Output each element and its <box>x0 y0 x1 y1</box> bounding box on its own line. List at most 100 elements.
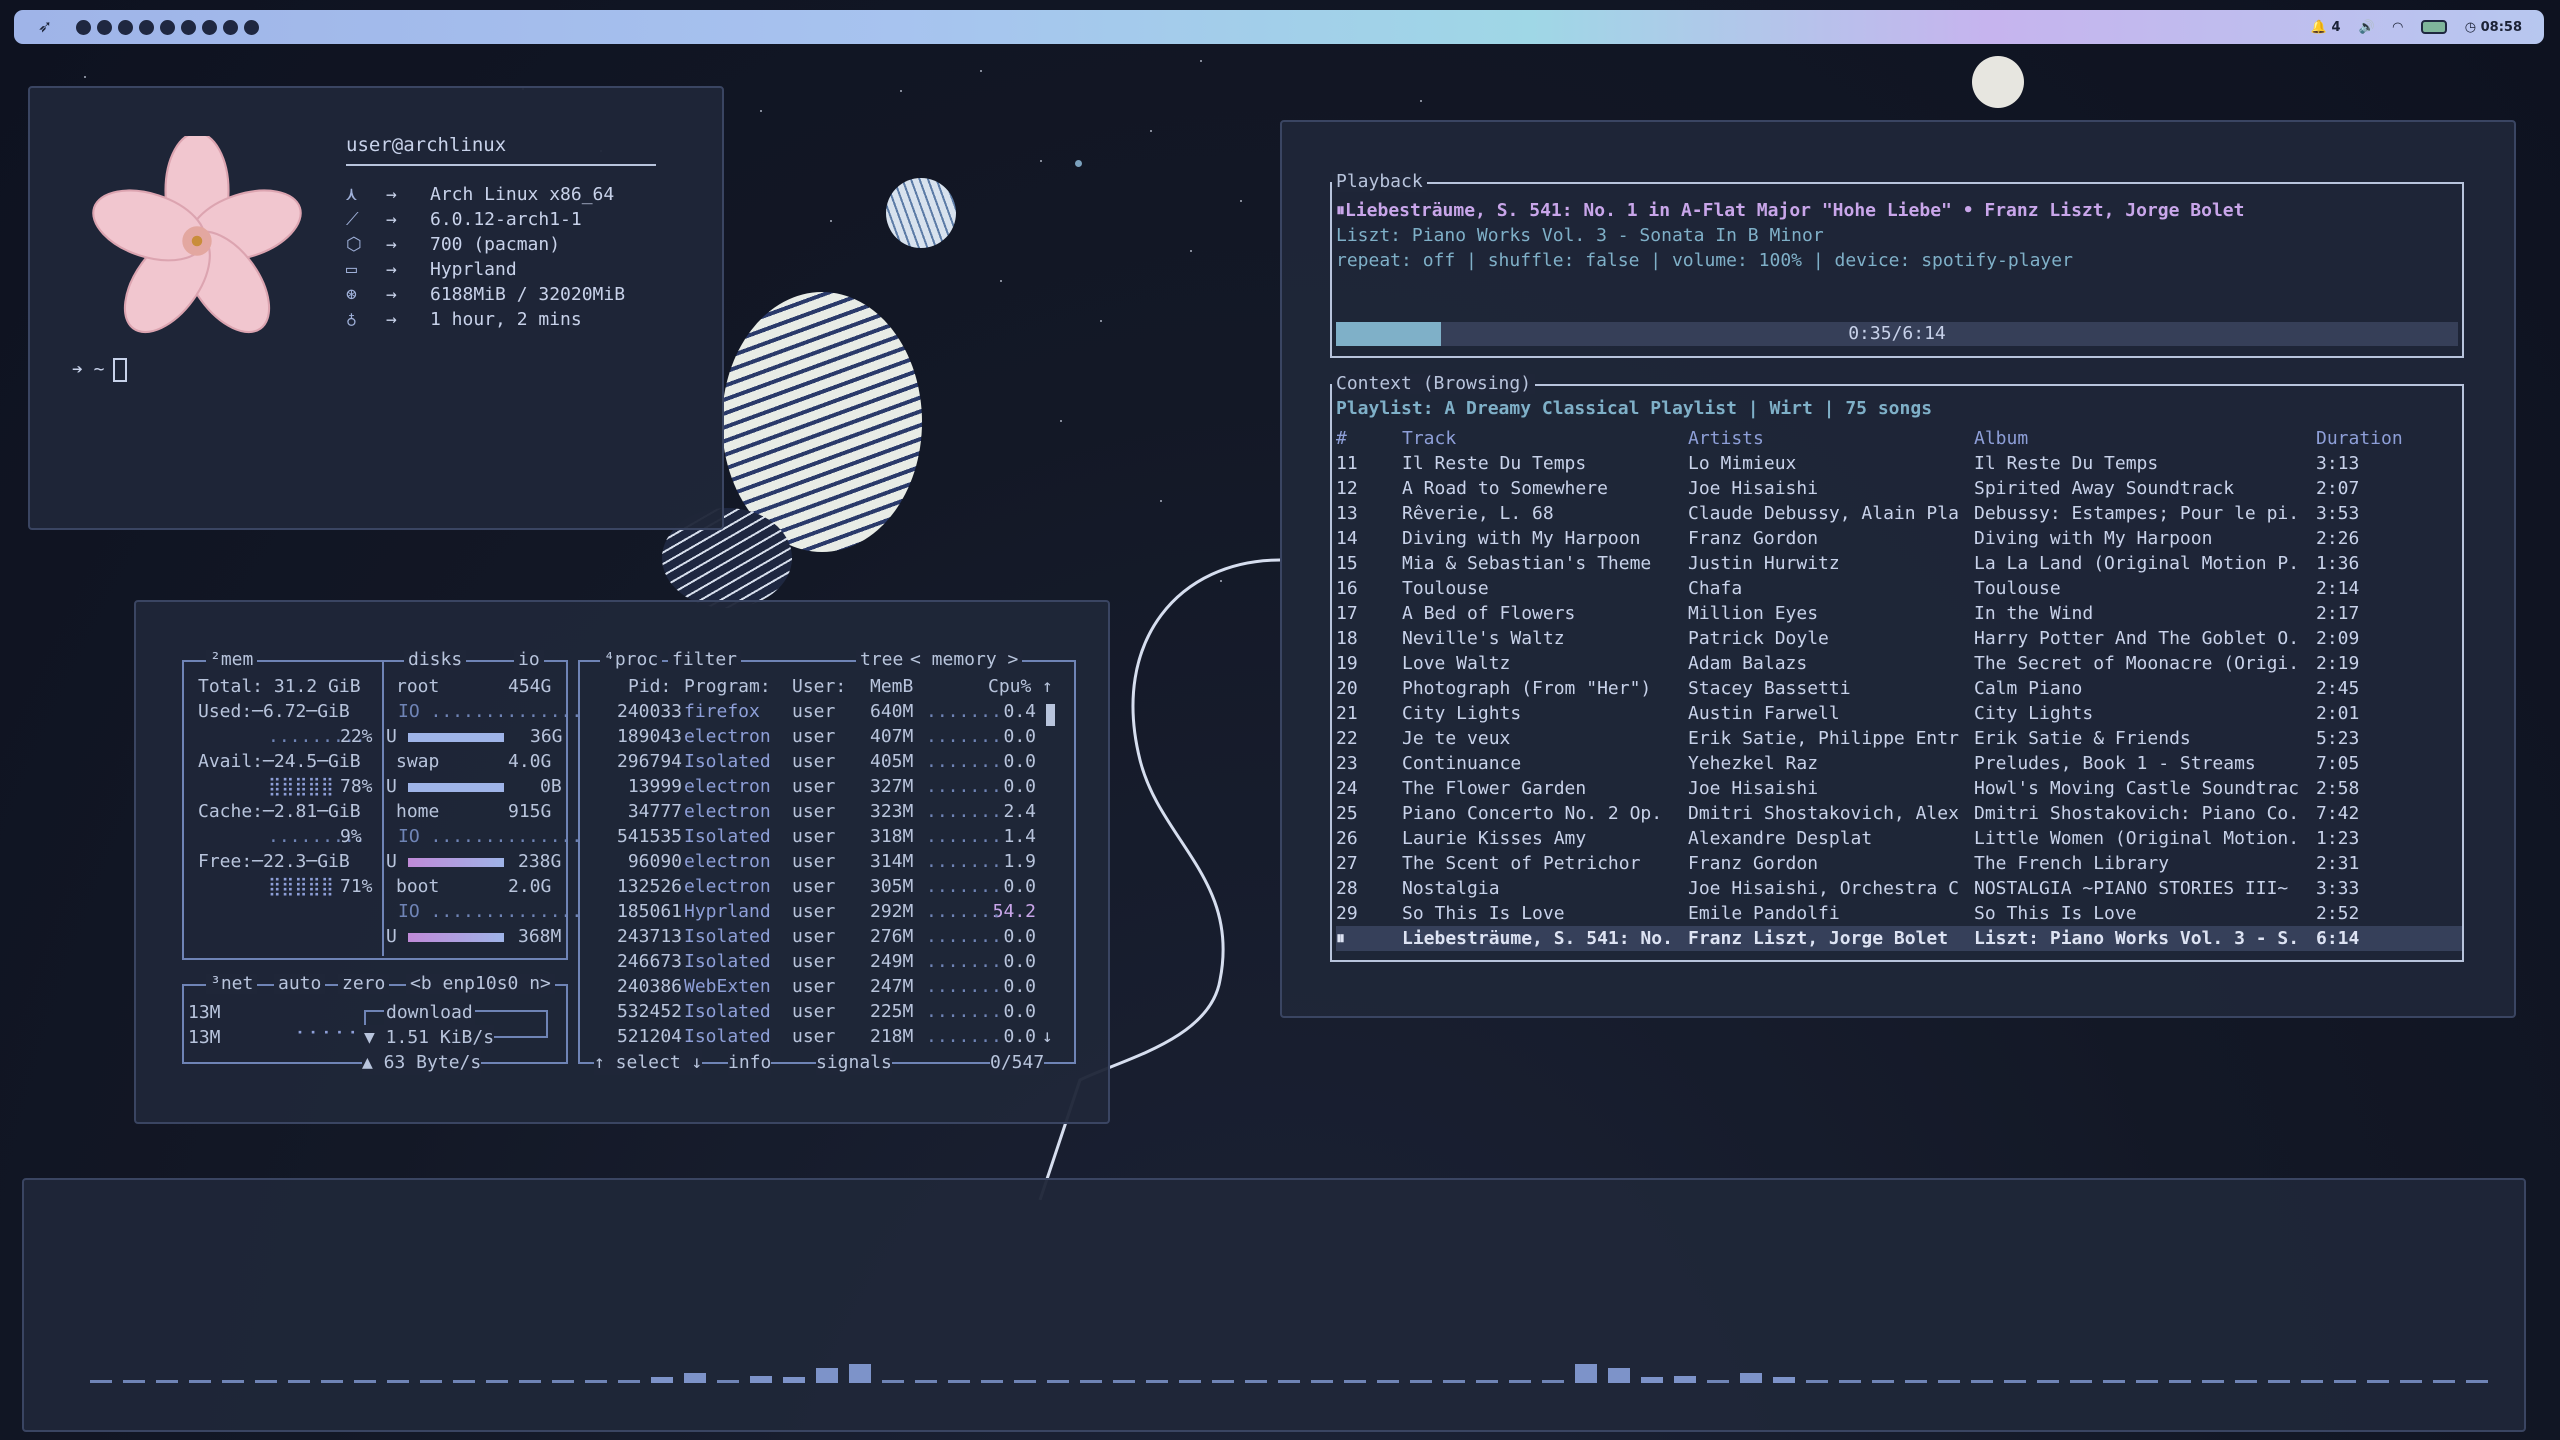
workspace-2[interactable] <box>97 19 112 35</box>
disk-swap-bar <box>407 782 504 792</box>
net-auto-toggle[interactable]: auto <box>274 974 326 994</box>
net-interface-selector[interactable]: <b enp10s0 n> <box>406 974 555 994</box>
volume-icon[interactable]: 🔊 <box>2359 20 2375 35</box>
scroll-down-icon[interactable]: ↓ <box>1042 1024 1053 1049</box>
track-row[interactable]: 18 Neville's Waltz Patrick Doyle Harry Pott… <box>1336 626 2462 651</box>
playlist-line: Playlist: A Dreamy Classical Playlist | … <box>1336 398 1933 419</box>
visualizer-bar <box>2169 1380 2191 1383</box>
workspace-6[interactable] <box>181 19 196 35</box>
cherry-blossom-logo <box>92 136 302 334</box>
track-number: 22 <box>1336 728 1358 749</box>
track-artists: Austin Farwell <box>1688 703 1840 724</box>
track-number: 24 <box>1336 778 1358 799</box>
scroll-up-icon[interactable]: ↑ <box>1042 674 1053 699</box>
track-row[interactable]: 23 Continuance Yehezkel Raz Preludes, Book … <box>1336 751 2462 776</box>
track-row[interactable]: 25 Piano Concerto No. 2 Op. Dmitri Shostak… <box>1336 801 2462 826</box>
footer-info[interactable]: info <box>728 1050 772 1075</box>
proc-sort-selector[interactable]: < memory > <box>906 650 1023 670</box>
clock[interactable]: ◷ 08:58 <box>2465 20 2522 35</box>
track-album: La La Land (Original Motion P. <box>1974 553 2300 574</box>
track-artists: Franz Gordon <box>1688 853 1819 874</box>
workspace-9[interactable] <box>244 19 259 35</box>
visualizer-bar <box>2301 1380 2323 1383</box>
visualizer-bar <box>2037 1380 2059 1383</box>
track-row[interactable]: 15 Mia & Sebastian's Theme Justin Hurwitz L… <box>1336 551 2462 576</box>
footer-signals[interactable]: signals <box>816 1050 892 1075</box>
track-duration: 2:09 <box>2316 628 2360 649</box>
track-title: Liebesträume, S. 541: No. <box>1402 926 1688 951</box>
proc-user: user <box>792 701 836 722</box>
track-duration: 2:31 <box>2316 853 2360 874</box>
track-duration: 7:05 <box>2316 753 2360 774</box>
workspace-indicators <box>76 19 259 35</box>
track-title: Mia & Sebastian's Theme <box>1402 553 1652 574</box>
notification-indicator[interactable]: 🔔 4 <box>2311 20 2341 35</box>
proc-mem-graph: ....... <box>926 976 1002 997</box>
footer-select[interactable]: ↑ select ↓ <box>594 1050 703 1075</box>
proc-pid: 296794 <box>616 751 682 772</box>
visualizer-bar <box>552 1380 574 1383</box>
track-row-current[interactable]: ⏸ Liebesträume, S. 541: No. Franz Liszt, J… <box>1336 926 2462 951</box>
track-duration: 2:52 <box>2316 903 2360 924</box>
proc-pid: 541535 <box>616 826 682 847</box>
track-row[interactable]: 13 Rêverie, L. 68 Claude Debussy, Alain Pl… <box>1336 501 2462 526</box>
workspace-7[interactable] <box>202 19 217 35</box>
upload-rate: ▲ 63 Byte/s <box>362 1050 482 1075</box>
track-row[interactable]: 26 Laurie Kisses Amy Alexandre Desplat Litt… <box>1336 826 2462 851</box>
track-row[interactable]: 29 So This Is Love Emile Pandolfi So This I… <box>1336 901 2462 926</box>
visualizer-bar <box>1047 1380 1069 1383</box>
playback-panel: Playback ⏸Liebesträume, S. 541: No. 1 in… <box>1330 172 2464 358</box>
track-row[interactable]: 27 The Scent of Petrichor Franz Gordon The … <box>1336 851 2462 876</box>
proc-tree-toggle[interactable]: tree <box>856 650 908 670</box>
proc-mem: 276M <box>870 926 914 947</box>
track-row[interactable]: 21 City Lights Austin Farwell City Lights 2:… <box>1336 701 2462 726</box>
wifi-icon[interactable]: ◠ <box>2393 20 2403 35</box>
track-row[interactable]: 19 Love Waltz Adam Balazs The Secret of Moo… <box>1336 651 2462 676</box>
track-row[interactable]: 14 Diving with My Harpoon Franz Gordon Divi… <box>1336 526 2462 551</box>
workspace-5[interactable] <box>160 19 175 35</box>
track-album: Album <box>1974 428 2029 449</box>
track-album: Debussy: Estampes; Pour le pi. <box>1974 503 2300 524</box>
track-row[interactable]: 16 Toulouse Chafa Toulouse 2:14 <box>1336 576 2462 601</box>
track-artists: Emile Pandolfi <box>1688 903 1840 924</box>
shell-prompt[interactable]: ➔ ~ <box>72 358 127 382</box>
track-row[interactable]: 28 Nostalgia Joe Hisaishi, Orchestra C NOST… <box>1336 876 2462 901</box>
track-number: 26 <box>1336 828 1358 849</box>
track-row[interactable]: 22 Je te veux Erik Satie, Philippe Entr Eri… <box>1336 726 2462 751</box>
track-artists: Joe Hisaishi <box>1688 478 1819 499</box>
track-title: Toulouse <box>1402 578 1489 599</box>
wrench-icon: ⟋ <box>346 209 359 230</box>
track-row[interactable]: 17 A Bed of Flowers Million Eyes In the Win… <box>1336 601 2462 626</box>
track-row[interactable]: 12 A Road to Somewhere Joe Hisaishi Spirite… <box>1336 476 2462 501</box>
spotify-player-window[interactable]: Playback ⏸Liebesträume, S. 541: No. 1 in… <box>1280 120 2516 1018</box>
proc-scrollbar[interactable] <box>1046 704 1055 726</box>
visualizer-bar <box>1542 1380 1564 1383</box>
track-album: Howl's Moving Castle Soundtrac <box>1974 778 2300 799</box>
track-number: 12 <box>1336 478 1358 499</box>
track-row[interactable]: 11 Il Reste Du Temps Lo Mimieux Il Reste Du… <box>1336 451 2462 476</box>
proc-mem-graph: ....... <box>926 801 1002 822</box>
btop-terminal-window[interactable]: ²mem disks io Total: 31.2 GiB Used:─6.72… <box>134 600 1110 1124</box>
proc-filter[interactable]: filter <box>668 650 742 670</box>
workspace-1[interactable] <box>76 19 91 35</box>
track-number: 18 <box>1336 628 1358 649</box>
proc-pid: 532452 <box>616 1001 682 1022</box>
workspace-4[interactable] <box>139 19 154 35</box>
track-title: Track <box>1402 428 1457 449</box>
track-duration: Duration <box>2316 428 2403 449</box>
track-table[interactable]: # Track Artists Album Duration 11 Il Reste Du … <box>1336 426 2462 951</box>
fetch-terminal-window[interactable]: user@archlinux ⋏ → Arch Linux x86_64 ⟋ → 6.0… <box>28 86 724 530</box>
progress-bar[interactable]: 0:35/6:14 <box>1336 322 2458 346</box>
workspace-8[interactable] <box>223 19 238 35</box>
visualizer-bar <box>1740 1372 1762 1383</box>
visualizer-bar <box>1608 1368 1630 1383</box>
net-zero-toggle[interactable]: zero <box>338 974 390 994</box>
track-row[interactable]: 20 Photograph (From "Her") Stacey Bassetti… <box>1336 676 2462 701</box>
proc-pid: 240386 <box>616 976 682 997</box>
visualizer-bar <box>915 1380 937 1383</box>
battery-icon[interactable] <box>2420 20 2447 34</box>
workspace-3[interactable] <box>118 19 133 35</box>
track-row[interactable]: 24 The Flower Garden Joe Hisaishi Howl's Mo… <box>1336 776 2462 801</box>
rocket-icon[interactable]: ➶ <box>32 14 58 40</box>
track-album: The French Library <box>1974 853 2170 874</box>
